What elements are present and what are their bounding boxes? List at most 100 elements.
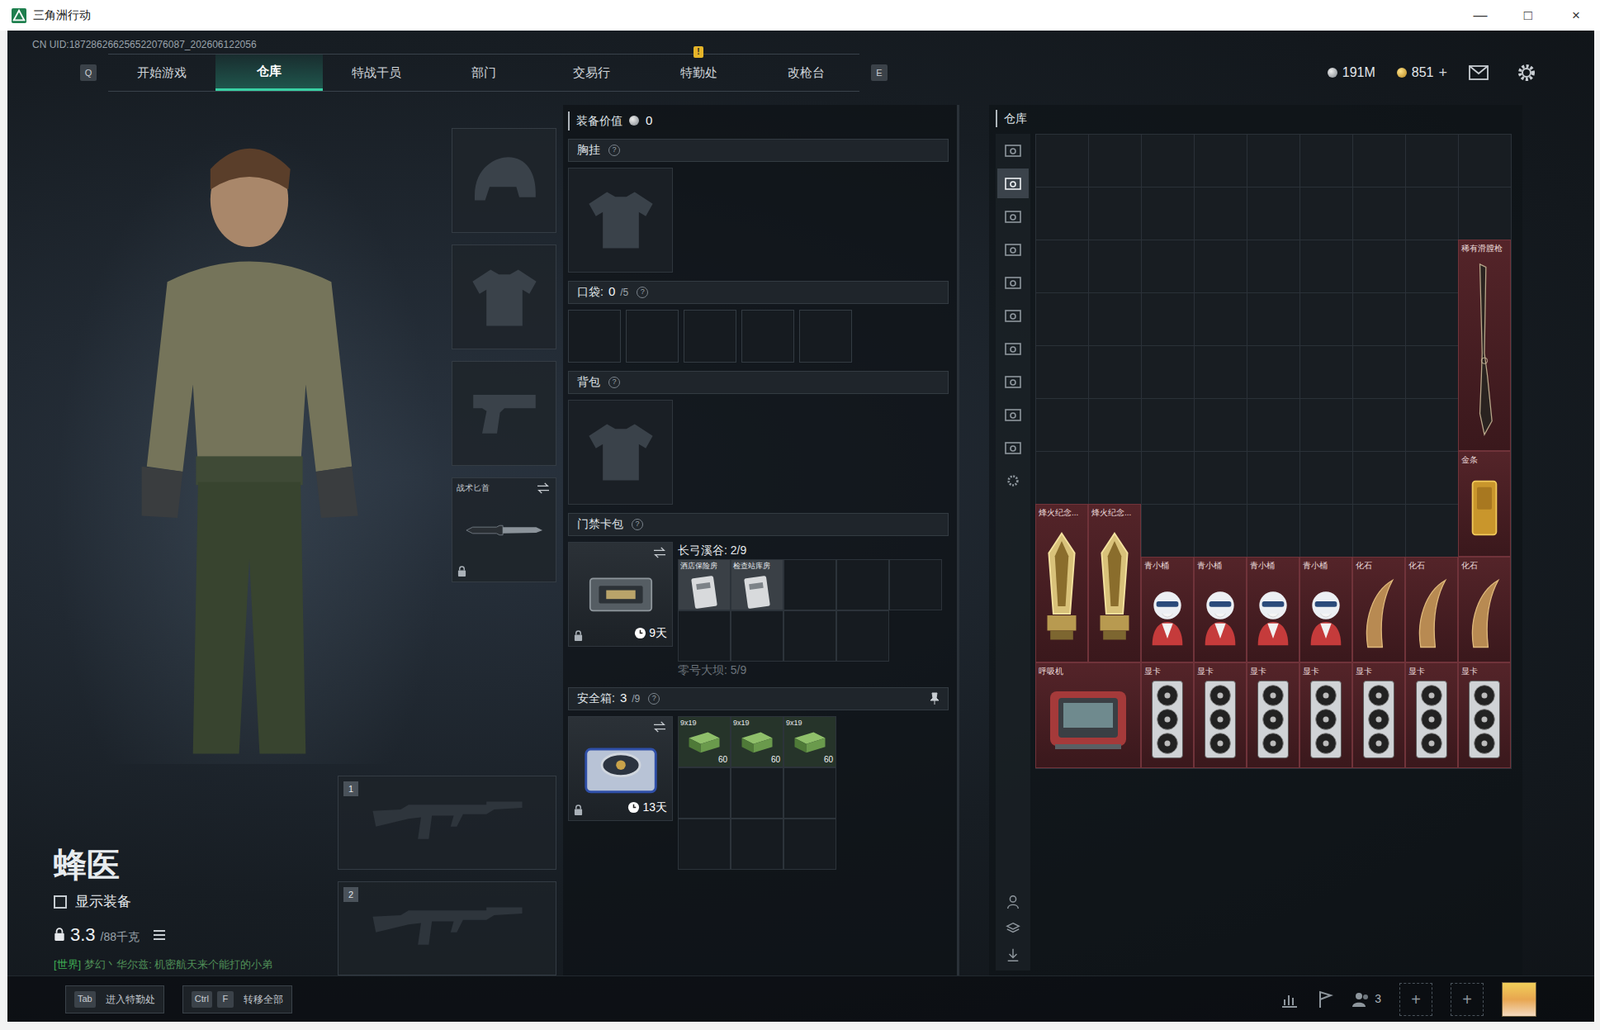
pin-icon[interactable] bbox=[929, 691, 940, 706]
friends-button[interactable]: 3 bbox=[1351, 989, 1382, 1008]
safebox-cell[interactable] bbox=[677, 766, 731, 819]
nav-tab[interactable]: 特战干员 bbox=[322, 54, 431, 91]
nav-tab[interactable]: 部门 bbox=[430, 54, 538, 91]
storage-item[interactable]: 化石 bbox=[1405, 556, 1458, 663]
gear-icon[interactable] bbox=[1516, 62, 1537, 83]
storage-item[interactable]: 青小桶 bbox=[1246, 556, 1300, 663]
storage-tab[interactable] bbox=[997, 399, 1029, 430]
pocket-slot[interactable] bbox=[741, 309, 795, 363]
storage-item[interactable]: 显卡 bbox=[1140, 662, 1194, 768]
help-button[interactable]: ? bbox=[608, 376, 621, 389]
swap-icon[interactable] bbox=[652, 546, 668, 559]
storage-tab[interactable] bbox=[997, 234, 1029, 265]
help-button[interactable]: ? bbox=[631, 518, 644, 531]
ammo-item[interactable]: 9x1960 bbox=[730, 715, 784, 767]
show-equipment-toggle[interactable]: 显示装备 bbox=[53, 890, 332, 913]
storage-item[interactable]: 显卡 bbox=[1299, 662, 1353, 768]
swap-icon[interactable] bbox=[535, 482, 551, 494]
storage-item[interactable]: 稀有滑膛枪 bbox=[1457, 239, 1511, 451]
help-button[interactable]: ? bbox=[636, 286, 649, 299]
stats-icon[interactable] bbox=[1280, 990, 1299, 1008]
help-button[interactable]: ? bbox=[608, 144, 621, 157]
pocket-slot[interactable] bbox=[568, 309, 621, 363]
ammo-item[interactable]: 9x1960 bbox=[783, 715, 837, 767]
nav-tab[interactable]: 特勤处! bbox=[644, 54, 753, 91]
pistol-slot[interactable] bbox=[451, 360, 557, 466]
chest-rig-slot[interactable] bbox=[568, 167, 673, 273]
storage-item[interactable]: 显卡 bbox=[1246, 662, 1300, 768]
safebox-cell[interactable] bbox=[730, 818, 784, 870]
storage-tab[interactable] bbox=[997, 300, 1029, 331]
armor-slot[interactable] bbox=[451, 244, 557, 350]
ammo-item[interactable]: 9x1960 bbox=[677, 715, 731, 767]
storage-item[interactable]: 青小桶 bbox=[1193, 556, 1247, 663]
storage-tab[interactable] bbox=[997, 333, 1029, 364]
storage-item[interactable]: 烽火纪念... bbox=[1088, 503, 1141, 663]
mail-icon[interactable] bbox=[1468, 65, 1489, 81]
window-control-button[interactable]: × bbox=[1552, 0, 1600, 31]
help-button[interactable]: ? bbox=[648, 692, 660, 705]
operator-icon[interactable] bbox=[1005, 894, 1021, 909]
weapon-slot[interactable]: 2 bbox=[337, 880, 557, 976]
prev-tab-key[interactable]: Q bbox=[80, 64, 97, 81]
storage-item[interactable]: 金条 bbox=[1457, 450, 1511, 557]
storage-tab[interactable] bbox=[997, 267, 1029, 298]
shortcut-button[interactable]: Tab进入特勤处 bbox=[65, 984, 165, 1014]
storage-item[interactable]: 青小桶 bbox=[1140, 556, 1194, 663]
storage-tab[interactable] bbox=[997, 168, 1029, 199]
keycard-item[interactable]: 检查站库房 bbox=[730, 558, 784, 611]
map-title[interactable]: 零号大坝: 5/9 bbox=[677, 661, 943, 679]
pocket-slot[interactable] bbox=[625, 309, 679, 363]
keycard-cell[interactable] bbox=[783, 610, 837, 662]
player-avatar[interactable] bbox=[1501, 981, 1537, 1017]
storage-item[interactable]: 烽火纪念... bbox=[1035, 503, 1089, 663]
storage-item[interactable]: 化石 bbox=[1352, 556, 1406, 663]
keycase-tile[interactable]: 9天 bbox=[568, 541, 673, 647]
swap-icon[interactable] bbox=[652, 720, 668, 733]
window-control-button[interactable]: □ bbox=[1504, 0, 1553, 31]
knife-slot[interactable]: 战术匕首 bbox=[451, 477, 557, 583]
storage-item[interactable]: 显卡 bbox=[1193, 662, 1247, 768]
storage-item[interactable]: 显卡 bbox=[1457, 662, 1511, 768]
storage-item[interactable]: 显卡 bbox=[1352, 662, 1406, 768]
storage-tab[interactable] bbox=[997, 201, 1029, 232]
nav-tab[interactable]: 仓库 bbox=[215, 54, 323, 91]
map-title[interactable]: 长弓溪谷: 2/9 bbox=[677, 541, 943, 559]
invite-slot[interactable]: + bbox=[1399, 982, 1433, 1016]
shortcut-button[interactable]: CtrlF转移全部 bbox=[182, 984, 293, 1014]
storage-item[interactable]: 显卡 bbox=[1405, 662, 1458, 768]
safebox-tile[interactable]: 13天 bbox=[568, 715, 673, 821]
storage-item[interactable]: 呼吸机 bbox=[1035, 662, 1141, 768]
nav-tab[interactable]: 开始游戏 bbox=[108, 54, 216, 91]
flag-icon[interactable] bbox=[1316, 989, 1334, 1009]
storage-tab[interactable] bbox=[997, 135, 1029, 166]
nav-tab[interactable]: 改枪台 bbox=[752, 54, 860, 91]
show-equipment-checkbox[interactable] bbox=[53, 894, 67, 909]
keycard-cell[interactable] bbox=[889, 558, 943, 611]
keycard-cell[interactable] bbox=[783, 558, 837, 611]
window-control-button[interactable]: — bbox=[1456, 0, 1505, 31]
storage-item[interactable]: 青小桶 bbox=[1299, 556, 1353, 663]
pocket-slot[interactable] bbox=[799, 309, 853, 363]
storage-tab[interactable] bbox=[997, 432, 1029, 463]
safebox-cell[interactable] bbox=[730, 766, 784, 819]
next-tab-key[interactable]: E bbox=[871, 64, 888, 81]
pocket-slot[interactable] bbox=[683, 309, 737, 363]
safebox-cell[interactable] bbox=[783, 818, 837, 870]
invite-slot[interactable]: + bbox=[1450, 982, 1484, 1016]
sort-icon[interactable] bbox=[1005, 946, 1021, 962]
keycard-cell[interactable] bbox=[836, 558, 890, 611]
storage-item[interactable]: 化石 bbox=[1457, 556, 1511, 663]
weapon-slot[interactable]: 1 bbox=[337, 775, 557, 870]
helmet-slot[interactable] bbox=[451, 127, 557, 233]
keycard-cell[interactable] bbox=[677, 610, 731, 662]
list-icon[interactable] bbox=[152, 928, 166, 941]
safebox-cell[interactable] bbox=[783, 766, 837, 819]
keycard-cell[interactable] bbox=[730, 610, 784, 662]
keycard-item[interactable]: 酒店保险房 bbox=[677, 558, 731, 611]
nav-tab[interactable]: 交易行 bbox=[537, 54, 645, 91]
backpack-slot[interactable] bbox=[568, 399, 673, 505]
keycard-cell[interactable] bbox=[836, 610, 890, 662]
storage-tab[interactable] bbox=[997, 366, 1029, 397]
add-currency-button[interactable]: + bbox=[1438, 61, 1448, 85]
